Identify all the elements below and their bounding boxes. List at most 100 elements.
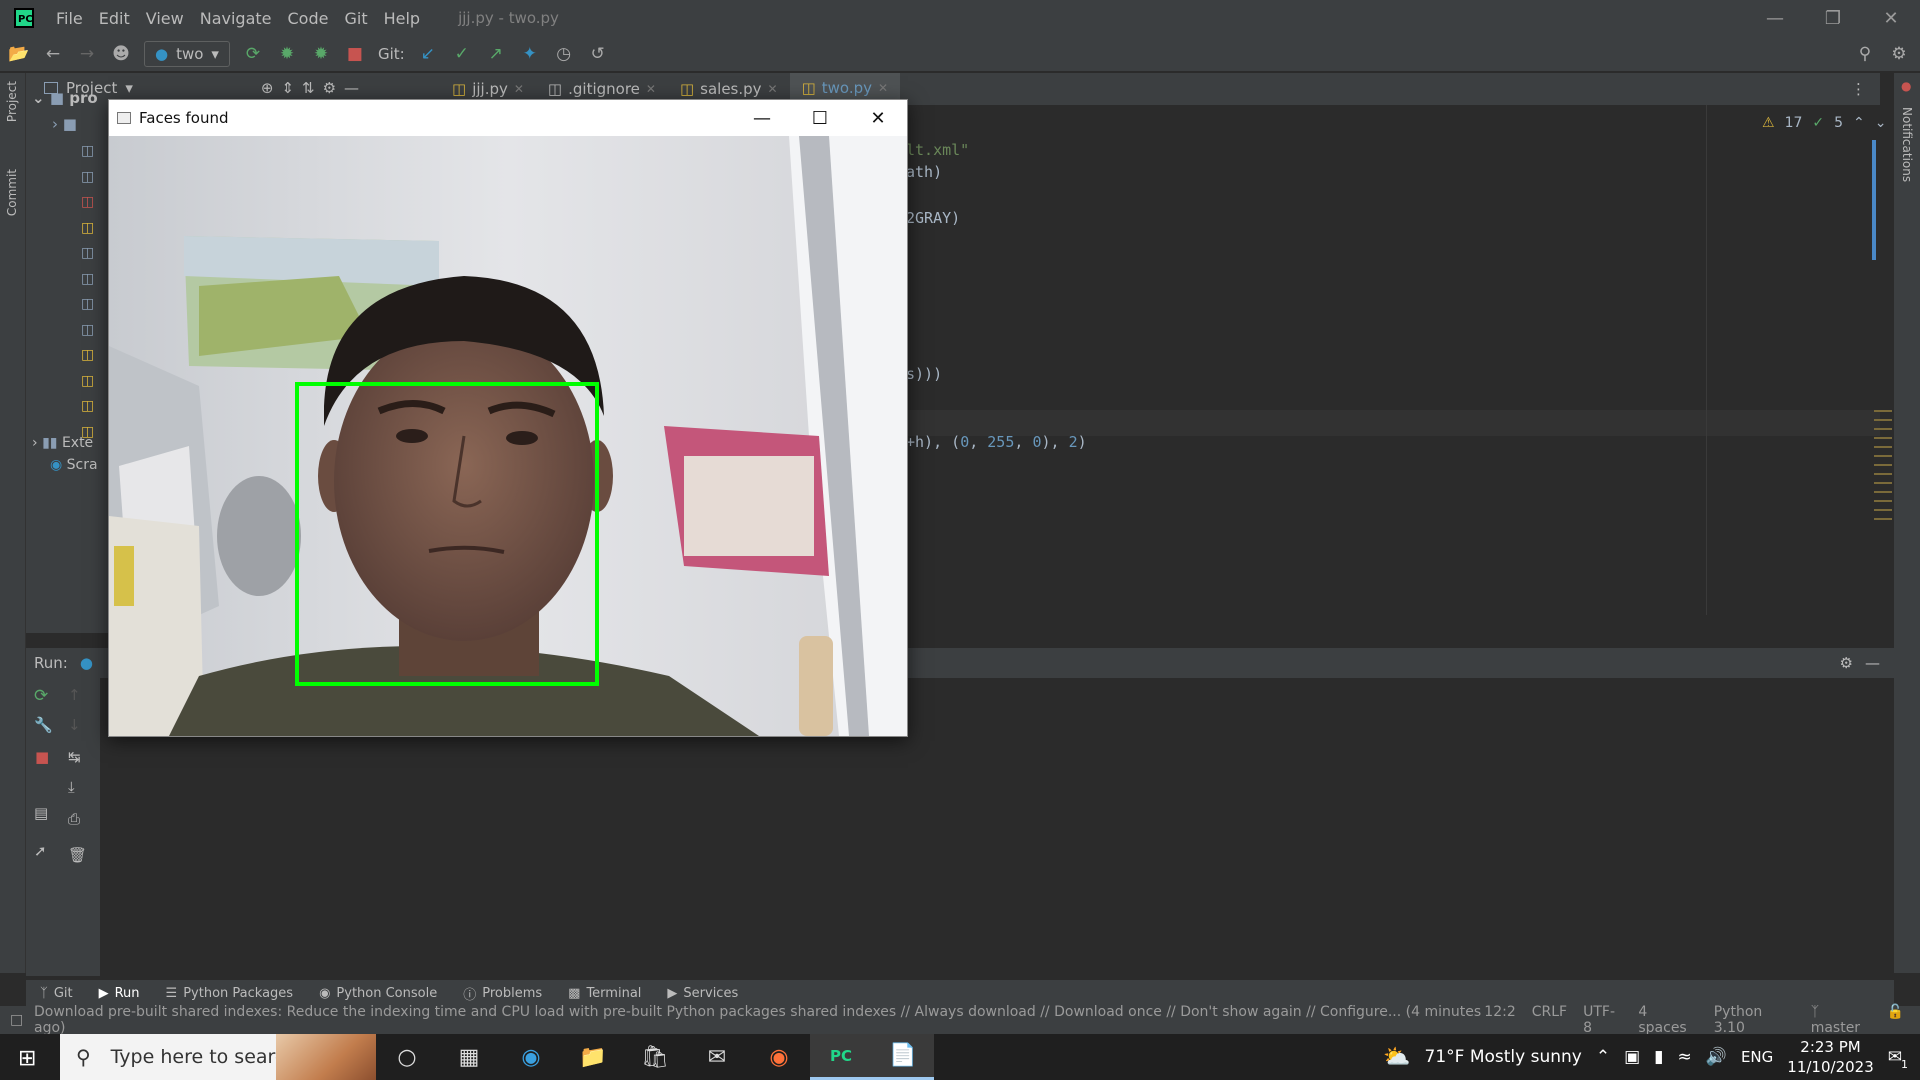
code-line[interactable]: s))) [906, 365, 942, 383]
python-file-icon[interactable]: ◫ [81, 394, 94, 420]
stop-icon[interactable]: ■ [35, 748, 49, 766]
minimize-icon[interactable]: — [1746, 8, 1804, 29]
notifications-bell-icon[interactable]: ● [1901, 79, 1911, 93]
rerun-icon[interactable]: ⟳ [242, 44, 264, 64]
file-icon[interactable]: ◫ [81, 267, 94, 293]
code-line[interactable]: 2GRAY) [906, 209, 960, 227]
soft-wrap-icon[interactable]: ↹ [68, 748, 81, 766]
python-file-icon[interactable]: ◫ [81, 343, 94, 369]
code-line[interactable]: lt.xml" [906, 141, 969, 159]
taskbar-search-box[interactable]: ⚲ Type here to search [60, 1034, 376, 1080]
hide-panel-icon[interactable]: — [344, 79, 359, 97]
user-icon[interactable]: ☻ [110, 44, 132, 64]
git-branch[interactable]: ᛉ master [1811, 1004, 1871, 1036]
debug-icon[interactable]: ✹ [276, 44, 298, 64]
lock-icon[interactable]: 🔓 [1887, 1004, 1904, 1036]
error-stripe-markers[interactable] [1874, 410, 1892, 520]
git-push-icon[interactable]: ↗ [485, 44, 507, 64]
firefox-icon[interactable]: ◉ [748, 1034, 810, 1080]
notifications-tool-tab[interactable]: Notifications [1900, 107, 1914, 182]
close-tab-icon[interactable]: ✕ [514, 82, 524, 96]
hide-panel-icon[interactable]: — [1865, 654, 1880, 672]
pycharm-taskbar-icon[interactable]: PC [810, 1034, 872, 1080]
next-highlight-icon[interactable]: ⌄ [1875, 115, 1887, 131]
python-interpreter[interactable]: Python 3.10 [1714, 1004, 1795, 1036]
caret-position[interactable]: 12:2 [1484, 1004, 1515, 1036]
pin-icon[interactable]: ➚ [34, 842, 47, 860]
close-tab-icon[interactable]: ✕ [768, 82, 778, 96]
menu-help[interactable]: Help [376, 9, 428, 28]
edge-browser-icon[interactable]: ◉ [500, 1034, 562, 1080]
up-arrow-icon[interactable]: ↑ [68, 686, 81, 704]
microsoft-store-icon[interactable]: 🛍 [624, 1034, 686, 1080]
settings-gear-icon[interactable]: ⚙ [1888, 44, 1910, 64]
notepad-icon[interactable]: 📄 [872, 1034, 934, 1080]
file-icon[interactable]: ◫ [81, 139, 94, 165]
forward-arrow-icon[interactable]: → [76, 44, 98, 64]
weather-icon[interactable]: ⛅ [1383, 1045, 1410, 1070]
wrench-icon[interactable]: 🔧 [34, 716, 53, 734]
faces-window-titlebar[interactable]: Faces found — ☐ ✕ [109, 100, 907, 136]
more-tabs-icon[interactable]: ⋮ [1851, 80, 1866, 98]
close-tab-icon[interactable]: ✕ [646, 82, 656, 96]
scrollbar[interactable] [1872, 140, 1876, 260]
open-folder-icon[interactable]: 📂 [8, 44, 30, 64]
run-config-selector[interactable]: ● two ▾ [144, 40, 230, 67]
task-view-icon[interactable]: ▦ [438, 1034, 500, 1080]
file-icon[interactable]: ◫ [81, 318, 94, 344]
language-indicator[interactable]: ENG [1741, 1048, 1773, 1066]
tool-tab-services[interactable]: ▶ Services [667, 986, 738, 1001]
menu-file[interactable]: File [48, 9, 91, 28]
tool-tab-problems[interactable]: ⓘ Problems [463, 984, 542, 1003]
external-libraries[interactable]: › ▮▮ Exte [32, 435, 93, 451]
status-message[interactable]: Download pre-built shared indexes: Reduc… [34, 1004, 1484, 1036]
meet-now-icon[interactable]: ▣ [1624, 1047, 1640, 1067]
git-update-icon[interactable]: ↙ [417, 44, 439, 64]
rerun-icon[interactable]: ⟳ [34, 686, 48, 706]
code-line[interactable]: +h), (0, 255, 0), 2) [906, 433, 1087, 451]
back-arrow-icon[interactable]: ← [42, 44, 64, 64]
tool-tab-terminal[interactable]: ▩ Terminal [568, 986, 641, 1001]
windows-start-icon[interactable]: ⊞ [18, 1046, 36, 1071]
git-commit-icon[interactable]: ✓ [451, 44, 473, 64]
tool-tab-run[interactable]: ▶ Run [99, 986, 140, 1001]
tool-tab-git[interactable]: ᛉ Git [40, 986, 73, 1001]
tree-folder[interactable]: › ■ [52, 115, 77, 133]
battery-icon[interactable]: ▮ [1654, 1047, 1663, 1067]
line-separator[interactable]: CRLF [1532, 1004, 1567, 1036]
status-toggle-icon[interactable]: □ [10, 1012, 23, 1028]
file-icon[interactable]: ◫ [81, 241, 94, 267]
down-arrow-icon[interactable]: ↓ [68, 716, 81, 734]
close-tab-icon[interactable]: ✕ [878, 81, 888, 95]
wifi-icon[interactable]: ≈ [1678, 1047, 1692, 1067]
python-run-tab-icon[interactable]: ● [80, 654, 93, 672]
stop-icon[interactable]: ■ [344, 44, 366, 64]
indent-setting[interactable]: 4 spaces [1638, 1004, 1697, 1036]
search-icon[interactable]: ⚲ [1854, 44, 1876, 64]
menu-view[interactable]: View [138, 9, 192, 28]
chevron-down-icon[interactable]: ▾ [125, 79, 133, 97]
expand-all-icon[interactable]: ⇕ [281, 79, 294, 97]
tool-tab-python-packages[interactable]: ☰ Python Packages [166, 986, 294, 1001]
commit-tool-tab[interactable]: Commit [5, 169, 19, 216]
tree-root[interactable]: ⌄ ■ pro [32, 89, 98, 107]
scroll-to-end-icon[interactable]: ⤓ [68, 778, 75, 796]
weather-text[interactable]: 71°F Mostly sunny [1425, 1047, 1582, 1067]
menu-navigate[interactable]: Navigate [192, 9, 280, 28]
close-icon[interactable]: ✕ [1862, 8, 1920, 29]
rollback-icon[interactable]: ↺ [587, 44, 609, 64]
git-merge-icon[interactable]: ✦ [519, 44, 541, 64]
code-line[interactable]: ath) [906, 163, 942, 181]
coverage-icon[interactable]: ✹ [310, 44, 332, 64]
scratches[interactable]: ◉ Scra [50, 457, 98, 473]
cortana-icon[interactable]: ○ [376, 1034, 438, 1080]
inspection-widget[interactable]: ⚠ 17 ✓ 5 ⌃ ⌄ [1762, 115, 1887, 131]
history-icon[interactable]: ◷ [553, 44, 575, 64]
mail-icon[interactable]: ✉ [686, 1034, 748, 1080]
faces-found-window[interactable]: Faces found — ☐ ✕ [108, 99, 908, 737]
file-icon[interactable]: ◫ [81, 190, 94, 216]
menu-edit[interactable]: Edit [91, 9, 138, 28]
file-encoding[interactable]: UTF-8 [1583, 1004, 1622, 1036]
print-icon[interactable]: ⎙ [68, 810, 80, 828]
layout-icon[interactable]: ▤ [34, 804, 48, 822]
